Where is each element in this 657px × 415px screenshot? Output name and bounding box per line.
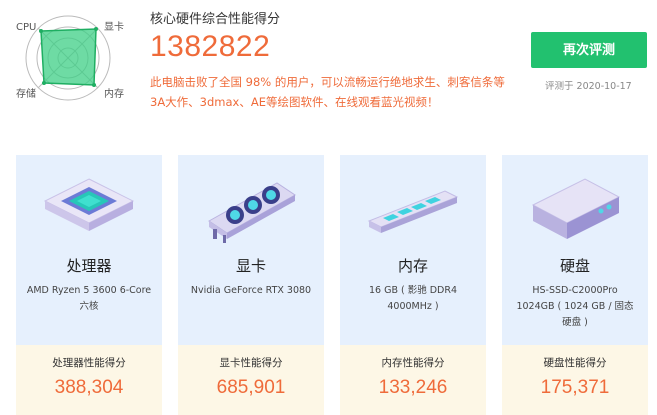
- radar-point-cpu: [39, 29, 43, 33]
- disk-name: 硬盘: [559, 257, 590, 275]
- cpu-chip-icon: [43, 178, 135, 231]
- ram-card: 内存 16 GB ( 影驰 DDR4 4000MHz ) 内存性能得分 133,…: [340, 155, 486, 415]
- score-title: 核心硬件综合性能得分: [150, 12, 281, 27]
- hardware-cards: 处理器 AMD Ryzen 5 3600 6-Core 六核 处理器性能得分 3…: [16, 155, 648, 415]
- disk-score-label: 硬盘性能得分: [543, 357, 607, 369]
- radar-label-cpu: CPU: [16, 22, 37, 33]
- cpu-name: 处理器: [66, 257, 112, 275]
- graphics-card-icon: [208, 182, 296, 243]
- gpu-score: 685,901: [216, 377, 286, 398]
- ram-score-panel: 内存性能得分 133,246: [340, 345, 486, 415]
- retest-button[interactable]: 再次评测: [531, 32, 647, 68]
- radar-point-disk: [42, 81, 46, 85]
- ram-score-label: 内存性能得分: [381, 357, 445, 369]
- disk-spec: HS-SSD-C2000Pro 1024GB ( 1024 GB / 固态硬盘 …: [516, 285, 634, 328]
- performance-radar-chart: CPU 显卡 内存 存储: [10, 12, 130, 104]
- memory-stick-icon: [367, 190, 459, 233]
- disk-card: 硬盘 HS-SSD-C2000Pro 1024GB ( 1024 GB / 固态…: [502, 155, 648, 415]
- radar-point-gpu: [94, 27, 98, 31]
- hard-disk-icon: [531, 178, 621, 239]
- gpu-card: 显卡 Nvidia GeForce RTX 3080 显卡性能得分 685,90…: [178, 155, 324, 415]
- benchmark-result-page: CPU 显卡 内存 存储 核心硬件综合性能得分 1382822 此电脑击败了全国…: [0, 0, 657, 415]
- gpu-name: 显卡: [235, 257, 266, 275]
- radar-score-area: [40, 28, 97, 86]
- radar-label-disk: 存储: [16, 89, 36, 100]
- ram-name: 内存: [397, 257, 428, 275]
- cpu-score-label: 处理器性能得分: [52, 357, 126, 369]
- gpu-score-label: 显卡性能得分: [219, 357, 283, 369]
- total-score: 1382822: [150, 30, 271, 63]
- ram-score: 133,246: [378, 377, 448, 398]
- radar-label-ram: 内存: [104, 89, 124, 100]
- ram-spec: 16 GB ( 影驰 DDR4 4000MHz ): [368, 285, 458, 312]
- radar-label-gpu: 显卡: [104, 22, 124, 33]
- cpu-spec: AMD Ryzen 5 3600 6-Core 六核: [26, 285, 152, 312]
- cpu-card: 处理器 AMD Ryzen 5 3600 6-Core 六核 处理器性能得分 3…: [16, 155, 162, 415]
- cpu-score: 388,304: [54, 377, 124, 398]
- disk-score-panel: 硬盘性能得分 175,371: [502, 345, 648, 415]
- gpu-score-panel: 显卡性能得分 685,901: [178, 345, 324, 415]
- disk-score: 175,371: [540, 377, 610, 398]
- gpu-spec: Nvidia GeForce RTX 3080: [190, 285, 312, 296]
- radar-point-ram: [92, 83, 96, 87]
- score-description: 此电脑击败了全国 98% 的用户，可以流畅运行绝地求生、刺客信条等3A大作、3d…: [150, 75, 505, 109]
- cpu-score-panel: 处理器性能得分 388,304: [16, 345, 162, 415]
- test-date: 评测于 2020-10-17: [545, 81, 632, 92]
